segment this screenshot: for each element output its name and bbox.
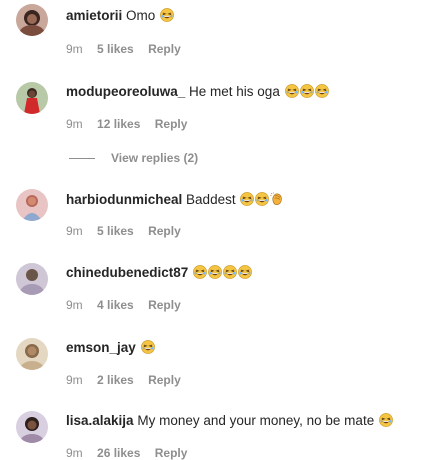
comment-username[interactable]: chinedubenedict87: [66, 265, 188, 280]
avatar[interactable]: [16, 411, 48, 443]
reply-button[interactable]: Reply: [148, 373, 181, 387]
reply-button[interactable]: Reply: [148, 42, 181, 56]
laughing-emoji-icon: [314, 84, 329, 98]
likes-count[interactable]: 5 likes: [97, 224, 134, 238]
view-replies-label: View replies (2): [111, 151, 199, 165]
comment-time: 9m: [66, 42, 83, 56]
reply-button[interactable]: Reply: [148, 298, 181, 312]
avatar[interactable]: [16, 189, 48, 221]
laughing-emoji-icon: [299, 84, 314, 98]
comment-text: Omo: [126, 8, 156, 23]
comment-meta: 9m 26 likes Reply: [66, 446, 198, 460]
laughing-emoji-icon: [140, 340, 155, 354]
comment-meta: 9m 2 likes Reply: [66, 373, 192, 387]
comment-line: amietorii Omo: [66, 7, 174, 25]
comment-time: 9m: [66, 117, 83, 131]
comment-username[interactable]: amietorii: [66, 8, 122, 23]
comment-meta: 9m 5 likes Reply: [66, 42, 192, 56]
avatar[interactable]: [16, 263, 48, 295]
reply-button[interactable]: Reply: [155, 446, 188, 460]
likes-count[interactable]: 26 likes: [97, 446, 140, 460]
likes-count[interactable]: 12 likes: [97, 117, 140, 131]
comment-line: harbiodunmicheal Baddest: [66, 191, 284, 209]
laughing-emoji-icon: [160, 8, 174, 22]
laughing-emoji-icon: [379, 413, 393, 427]
avatar[interactable]: [16, 4, 48, 36]
comment-text: He met his oga: [189, 84, 280, 99]
laughing-emoji-icon: [255, 192, 270, 206]
likes-count[interactable]: 2 likes: [97, 373, 134, 387]
laughing-emoji-icon: [240, 192, 255, 206]
reply-button[interactable]: Reply: [148, 224, 181, 238]
divider: [69, 158, 95, 160]
laughing-emoji-icon: [193, 265, 207, 279]
comment-line: modupeoreoluwa_ He met his oga: [66, 83, 329, 101]
likes-count[interactable]: 5 likes: [97, 42, 134, 56]
avatar[interactable]: [16, 82, 48, 114]
laughing-emoji-icon: [238, 265, 252, 279]
comment-meta: 9m 12 likes Reply: [66, 117, 198, 131]
clapping-hands-emoji-icon: [270, 192, 284, 206]
comment-meta: 9m 5 likes Reply: [66, 224, 192, 238]
comment-text: Baddest: [186, 192, 236, 207]
comment-text: My money and your money, no be mate: [137, 413, 375, 428]
comment-time: 9m: [66, 224, 83, 238]
comment-time: 9m: [66, 446, 83, 460]
comment-time: 9m: [66, 298, 83, 312]
view-replies-button[interactable]: View replies (2): [66, 151, 198, 165]
comment-username[interactable]: lisa.alakija: [66, 413, 134, 428]
comment-line: lisa.alakija My money and your money, no…: [66, 412, 393, 430]
comment-username[interactable]: modupeoreoluwa_: [66, 84, 185, 99]
comment-line: emson_jay: [66, 339, 155, 357]
likes-count[interactable]: 4 likes: [97, 298, 134, 312]
comment-username[interactable]: emson_jay: [66, 340, 136, 355]
reply-button[interactable]: Reply: [155, 117, 188, 131]
laughing-emoji-icon: [284, 84, 299, 98]
laughing-emoji-icon: [208, 265, 222, 279]
comment-meta: 9m 4 likes Reply: [66, 298, 192, 312]
avatar[interactable]: [16, 338, 48, 370]
comment-username[interactable]: harbiodunmicheal: [66, 192, 182, 207]
comment-time: 9m: [66, 373, 83, 387]
comment-line: chinedubenedict87: [66, 264, 252, 282]
laughing-emoji-icon: [223, 265, 237, 279]
